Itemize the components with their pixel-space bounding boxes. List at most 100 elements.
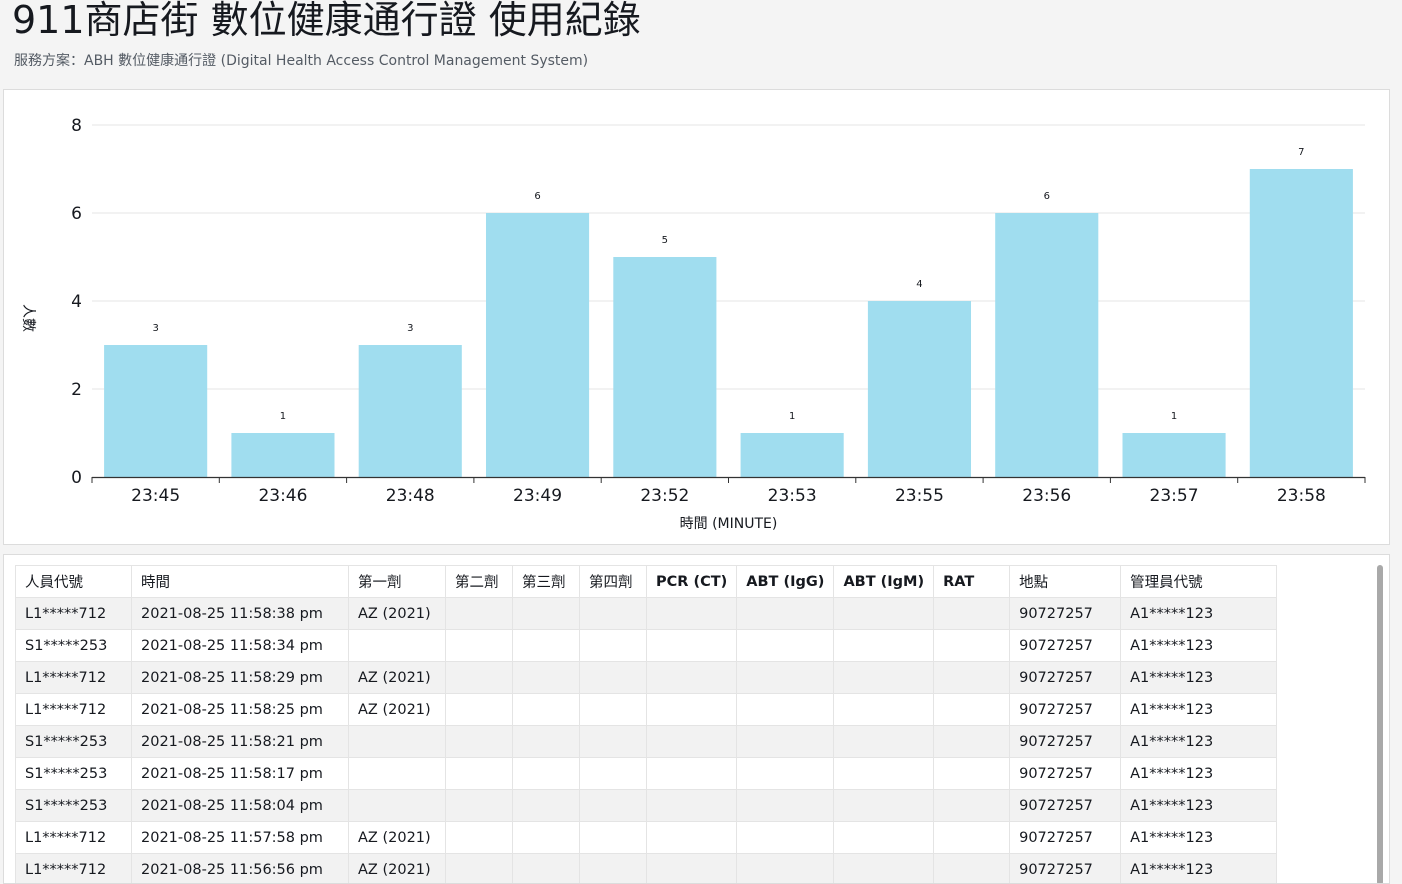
scrollbar-thumb[interactable] (1377, 565, 1383, 884)
table-cell: AZ (2021) (349, 662, 446, 694)
table-cell (737, 758, 834, 790)
table-cell (580, 790, 647, 822)
table-cell (934, 630, 1010, 662)
table-cell: 2021-08-25 11:58:04 pm (132, 790, 349, 822)
table-cell (580, 598, 647, 630)
bar-value-label: 1 (280, 411, 286, 422)
table-cell (737, 598, 834, 630)
table-header-row: 人員代號時間第一劑第二劑第三劑第四劑PCR (CT)ABT (IgG)ABT (… (16, 566, 1277, 598)
table-cell: A1*****123 (1121, 758, 1277, 790)
table-cell (513, 822, 580, 854)
table-cell (834, 694, 934, 726)
x-tick-label: 23:53 (768, 486, 817, 506)
table-cell: 90727257 (1010, 790, 1121, 822)
table-cell: 2021-08-25 11:58:34 pm (132, 630, 349, 662)
x-tick-label: 23:46 (258, 486, 307, 506)
table-cell (737, 790, 834, 822)
table-cell (446, 822, 513, 854)
table-cell: A1*****123 (1121, 854, 1277, 884)
column-header[interactable]: 第二劑 (446, 566, 513, 598)
y-axis-title: 人數 (20, 304, 36, 332)
table-cell (934, 662, 1010, 694)
column-header[interactable]: ABT (IgG) (737, 566, 834, 598)
table-cell: 2021-08-25 11:58:17 pm (132, 758, 349, 790)
table-cell (513, 598, 580, 630)
table-cell: 90727257 (1010, 630, 1121, 662)
y-tick-label: 4 (71, 292, 82, 312)
chart-bar (1250, 169, 1353, 477)
bar-value-label: 1 (1171, 411, 1177, 422)
table-cell (580, 630, 647, 662)
table-cell: AZ (2021) (349, 694, 446, 726)
x-tick-label: 23:55 (895, 486, 944, 506)
column-header[interactable]: 人員代號 (16, 566, 132, 598)
table-cell (513, 694, 580, 726)
table-cell (647, 630, 737, 662)
table-cell: 2021-08-25 11:57:58 pm (132, 822, 349, 854)
bar-value-label: 4 (916, 279, 922, 290)
table-cell (934, 726, 1010, 758)
table-cell: L1*****712 (16, 854, 132, 884)
table-cell: A1*****123 (1121, 662, 1277, 694)
table-cell: L1*****712 (16, 662, 132, 694)
bar-value-label: 3 (152, 323, 158, 334)
table-cell (446, 726, 513, 758)
chart-bar (613, 257, 716, 477)
table-cell (934, 854, 1010, 884)
table-cell (647, 662, 737, 694)
table-cell (737, 854, 834, 884)
table-row: L1*****7122021-08-25 11:57:58 pmAZ (2021… (16, 822, 1277, 854)
page-title: 911商店街 數位健康通行證 使用紀錄 (12, 0, 641, 44)
table-cell: S1*****253 (16, 758, 132, 790)
column-header[interactable]: 時間 (132, 566, 349, 598)
table-cell: AZ (2021) (349, 598, 446, 630)
table-cell: 90727257 (1010, 598, 1121, 630)
table-scrollbar[interactable] (1375, 565, 1385, 884)
column-header[interactable]: 第一劑 (349, 566, 446, 598)
table-cell (934, 598, 1010, 630)
table-cell: A1*****123 (1121, 726, 1277, 758)
table-cell (446, 662, 513, 694)
table-row: S1*****2532021-08-25 11:58:04 pm 90727257… (16, 790, 1277, 822)
bar-value-label: 7 (1298, 147, 1304, 158)
x-tick-label: 23:48 (386, 486, 435, 506)
table-cell (834, 662, 934, 694)
table-cell: 90727257 (1010, 662, 1121, 694)
table-cell (647, 854, 737, 884)
table-row: L1*****7122021-08-25 11:58:25 pmAZ (2021… (16, 694, 1277, 726)
column-header[interactable]: 地點 (1010, 566, 1121, 598)
column-header[interactable]: 管理員代號 (1121, 566, 1277, 598)
table-cell: 90727257 (1010, 694, 1121, 726)
y-tick-label: 0 (71, 468, 82, 488)
table-cell (580, 662, 647, 694)
table-cell (349, 790, 446, 822)
table-cell: S1*****253 (16, 790, 132, 822)
table-cell: A1*****123 (1121, 630, 1277, 662)
table-cell (349, 726, 446, 758)
usage-log-panel: 人員代號時間第一劑第二劑第三劑第四劑PCR (CT)ABT (IgG)ABT (… (3, 554, 1390, 884)
table-cell (349, 630, 446, 662)
bar-value-label: 3 (407, 323, 413, 334)
column-header[interactable]: PCR (CT) (647, 566, 737, 598)
table-cell (834, 790, 934, 822)
table-cell (513, 790, 580, 822)
usage-log-table: 人員代號時間第一劑第二劑第三劑第四劑PCR (CT)ABT (IgG)ABT (… (15, 565, 1277, 884)
column-header[interactable]: RAT (934, 566, 1010, 598)
column-header[interactable]: 第四劑 (580, 566, 647, 598)
table-cell: AZ (2021) (349, 854, 446, 884)
column-header[interactable]: 第三劑 (513, 566, 580, 598)
table-cell (446, 630, 513, 662)
table-cell (349, 758, 446, 790)
chart-bar (995, 213, 1098, 477)
bar-value-label: 6 (1044, 191, 1050, 202)
page-subtitle: 服務方案：ABH 數位健康通行證 (Digital Health Access … (14, 50, 588, 70)
table-cell (513, 662, 580, 694)
column-header[interactable]: ABT (IgM) (834, 566, 934, 598)
y-tick-label: 6 (71, 204, 82, 224)
chart-bar (359, 345, 462, 477)
table-cell (934, 758, 1010, 790)
table-cell: S1*****253 (16, 630, 132, 662)
table-cell (513, 854, 580, 884)
table-cell: 2021-08-25 11:56:56 pm (132, 854, 349, 884)
bar-value-label: 5 (662, 235, 668, 246)
